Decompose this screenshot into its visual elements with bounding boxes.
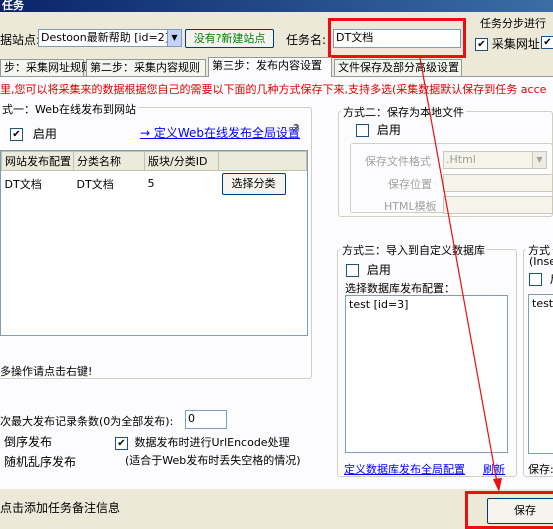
tab-publish-settings[interactable]: 第三步：发布内容设置 — [208, 57, 332, 77]
arrow-line — [419, 57, 499, 489]
arrow-head — [493, 478, 502, 492]
annotation-arrow — [419, 57, 502, 492]
